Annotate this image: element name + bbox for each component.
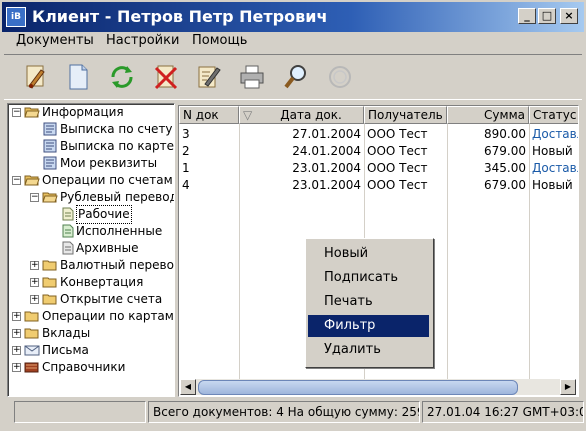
collapse-icon[interactable]: − [12, 176, 21, 185]
folder-icon [42, 275, 58, 289]
scroll-left-arrow-icon[interactable]: ◀ [180, 379, 196, 395]
scroll-right-arrow-icon[interactable]: ▶ [560, 379, 576, 395]
scrollbar-thumb[interactable] [198, 380, 518, 395]
open-folder-icon [42, 190, 58, 204]
minimize-button[interactable]: _ [518, 8, 536, 24]
column-header-number[interactable]: N док [179, 106, 239, 124]
column-header-status[interactable]: Статус [529, 106, 578, 124]
context-menu-sign[interactable]: Подписать [308, 267, 429, 289]
folder-icon [24, 309, 40, 323]
cell-number: 3 [182, 127, 190, 141]
expand-icon[interactable]: + [30, 295, 39, 304]
document-icon [60, 241, 76, 255]
collapse-icon[interactable]: − [30, 193, 39, 202]
menu-documents[interactable]: Документы [16, 33, 94, 48]
context-menu-filter[interactable]: Фильтр [308, 315, 429, 337]
status-panel-empty [14, 401, 146, 423]
context-menu-new[interactable]: Новый [308, 243, 429, 265]
table-row[interactable]: 3 27.01.2004 ООО Тест 890.00 Доставл [179, 126, 578, 143]
status-summary: Всего документов: 4 На общую сумму: 2593… [148, 401, 420, 423]
open-folder-icon [24, 105, 40, 119]
search-icon[interactable] [278, 59, 314, 95]
cell-status: Новый [532, 178, 573, 192]
stamp-icon[interactable] [322, 59, 358, 95]
window-title: Клиент - Петров Петр Петрович [32, 7, 328, 26]
maximize-button[interactable]: □ [538, 8, 556, 24]
report-icon [42, 139, 58, 153]
column-header-recipient[interactable]: Получатель [364, 106, 447, 124]
expand-icon[interactable]: + [12, 363, 21, 372]
cell-sum: 890.00 [484, 127, 526, 141]
toolbar [4, 54, 582, 100]
close-button[interactable]: × [560, 8, 578, 24]
cell-recipient: ООО Тест [367, 127, 428, 141]
expand-icon[interactable]: + [12, 329, 21, 338]
expand-icon[interactable]: + [30, 278, 39, 287]
title-bar[interactable]: iB Клиент - Петров Петр Петрович _ □ × [2, 2, 584, 32]
folder-icon [24, 326, 40, 340]
folder-icon [42, 292, 58, 306]
collapse-icon[interactable]: − [12, 108, 21, 117]
cell-number: 2 [182, 144, 190, 158]
context-menu-print[interactable]: Печать [308, 291, 429, 313]
cell-sum: 679.00 [484, 178, 526, 192]
letters-icon [24, 343, 40, 357]
sign-pen-icon[interactable] [18, 59, 54, 95]
report-icon [42, 122, 58, 136]
cell-date: 24.01.2004 [292, 144, 361, 158]
status-datetime: 27.01.04 16:27 GMT+03:00 [422, 401, 584, 423]
open-folder-icon [24, 173, 40, 187]
cell-recipient: ООО Тест [367, 178, 428, 192]
books-icon [24, 360, 40, 374]
menu-help[interactable]: Помощь [192, 33, 247, 48]
table-row[interactable]: 2 24.01.2004 ООО Тест 679.00 Новый [179, 143, 578, 160]
table-header: N док ▽ Дата док. Получатель Сумма Статус [179, 106, 578, 124]
expand-icon[interactable]: + [30, 261, 39, 270]
cell-recipient: ООО Тест [367, 161, 428, 175]
app-window: iB Клиент - Петров Петр Петрович _ □ × Д… [0, 0, 586, 431]
app-icon[interactable]: iB [6, 7, 26, 27]
menu-bar: Документы Настройки Помощь [2, 32, 584, 52]
context-menu-delete[interactable]: Удалить [308, 339, 429, 361]
document-icon [60, 207, 76, 221]
table-row[interactable]: 1 23.01.2004 ООО Тест 345.00 Доставл [179, 160, 578, 177]
report-icon [42, 156, 58, 170]
edit-icon[interactable] [190, 59, 226, 95]
cell-sum: 679.00 [484, 144, 526, 158]
folder-icon [42, 258, 58, 272]
cell-status: Доставл [532, 161, 578, 175]
expand-icon[interactable]: + [12, 346, 21, 355]
cell-recipient: ООО Тест [367, 144, 428, 158]
column-header-sum[interactable]: Сумма [447, 106, 529, 124]
sort-descending-icon: ▽ [243, 108, 253, 122]
cell-date: 27.01.2004 [292, 127, 361, 141]
refresh-icon[interactable] [104, 59, 140, 95]
horizontal-scrollbar[interactable]: ◀ ▶ [180, 379, 576, 395]
cell-number: 1 [182, 161, 190, 175]
cancel-document-icon[interactable] [148, 59, 184, 95]
menu-settings[interactable]: Настройки [106, 33, 179, 48]
print-icon[interactable] [234, 59, 270, 95]
cell-status: Новый [532, 144, 573, 158]
cell-number: 4 [182, 178, 190, 192]
document-icon [60, 224, 76, 238]
cell-sum: 345.00 [484, 161, 526, 175]
column-header-date[interactable]: ▽ Дата док. [239, 106, 364, 124]
cell-status: Доставл [532, 127, 578, 141]
navigation-tree[interactable]: − Информация Выписка по счету Выписка по… [7, 103, 175, 397]
table-row[interactable]: 4 23.01.2004 ООО Тест 679.00 Новый [179, 177, 578, 194]
context-menu: Новый Подписать Печать Фильтр Удалить [305, 238, 434, 368]
expand-icon[interactable]: + [12, 312, 21, 321]
cell-date: 23.01.2004 [292, 161, 361, 175]
cell-date: 23.01.2004 [292, 178, 361, 192]
document-icon[interactable] [60, 59, 96, 95]
